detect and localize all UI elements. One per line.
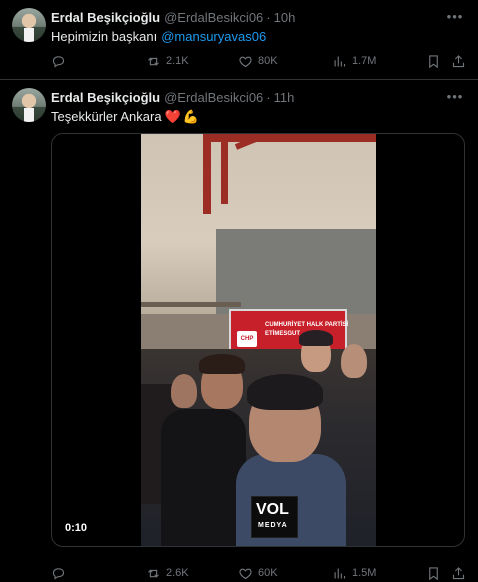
separator-dot: · <box>266 89 271 105</box>
tweet[interactable]: Erdal Beşikçioğlu @ErdalBesikci06 · 10h … <box>0 0 478 80</box>
heart-icon <box>239 568 252 579</box>
like-button[interactable]: 80K <box>238 52 278 70</box>
author-handle[interactable]: @ErdalBesikci06 <box>164 90 263 105</box>
tweet-text: Hepimizin başkanı @mansuryavas06 <box>51 29 266 44</box>
like-count: 60K <box>258 567 278 579</box>
crowd-figure <box>199 354 245 374</box>
views-bar-chart-icon <box>334 568 346 578</box>
retweet-count: 2.1K <box>166 55 189 67</box>
more-horizontal-icon[interactable]: ••• <box>446 89 464 105</box>
roof-beam <box>203 134 376 142</box>
author-handle[interactable]: @ErdalBesikci06 <box>164 10 263 25</box>
tweet-body: Hepimizin başkanı <box>51 29 158 44</box>
separator-dot: · <box>266 9 271 25</box>
reply-button[interactable] <box>51 564 66 582</box>
video-frame[interactable]: CHP CUMHURİYET HALK PARTİSİ ETİMESGUT VO… <box>141 134 376 546</box>
bookmark-button[interactable] <box>426 52 441 70</box>
avatar[interactable] <box>12 8 46 42</box>
view-count: 1.7M <box>352 55 377 67</box>
tweet-body: Teşekkürler Ankara <box>51 109 162 124</box>
roof-beam <box>221 134 228 204</box>
bookmark-button[interactable] <box>426 564 441 582</box>
retweet-icon <box>148 569 159 577</box>
tweet-actions: 2.1K 80K 1.7M <box>51 52 467 70</box>
author-name[interactable]: Erdal Beşikçioğlu <box>51 10 160 25</box>
like-button[interactable]: 60K <box>238 564 278 582</box>
reply-icon <box>52 55 65 68</box>
views-button[interactable]: 1.5M <box>332 564 376 582</box>
views-button[interactable]: 1.7M <box>332 52 376 70</box>
author-name[interactable]: Erdal Beşikçioğlu <box>51 90 160 105</box>
reply-icon <box>52 567 65 580</box>
share-icon <box>452 566 465 579</box>
share-button[interactable] <box>451 564 466 582</box>
timestamp[interactable]: 11h <box>274 90 295 105</box>
crowd-figure <box>299 330 333 346</box>
bookmark-icon <box>429 566 438 580</box>
roof-beam <box>203 134 211 214</box>
mention-link[interactable]: @mansuryavas06 <box>161 29 266 44</box>
party-logo: CHP <box>237 331 257 347</box>
watermark-line-1: VOL <box>256 501 289 518</box>
video-player[interactable]: CHP CUMHURİYET HALK PARTİSİ ETİMESGUT VO… <box>51 133 465 547</box>
retweet-button[interactable]: 2.6K <box>146 564 189 582</box>
crowd-figure <box>161 409 246 546</box>
media-watermark: VOL MEDYA <box>251 496 298 538</box>
bookmark-icon <box>429 54 438 68</box>
crowd-figure <box>171 374 197 408</box>
crowd-figure <box>247 374 323 410</box>
retweet-count: 2.6K <box>166 567 189 579</box>
like-count: 80K <box>258 55 278 67</box>
view-count: 1.5M <box>352 567 377 579</box>
tweet-actions: 2.6K 60K 1.5M <box>51 564 467 582</box>
timestamp[interactable]: 10h <box>274 10 296 25</box>
tweet-text: Teşekkürler Ankara ❤️ 💪 <box>51 109 199 125</box>
railing <box>141 302 241 307</box>
more-horizontal-icon[interactable]: ••• <box>446 9 464 25</box>
share-icon <box>452 54 465 67</box>
tweet[interactable]: Erdal Beşikçioğlu @ErdalBesikci06 · 11h … <box>0 80 478 582</box>
avatar[interactable] <box>12 88 46 122</box>
sign-line-1: CUMHURİYET HALK PARTİSİ <box>265 322 349 328</box>
tweet-header: Erdal Beşikçioğlu @ErdalBesikci06 · 11h <box>51 89 294 105</box>
heart-icon <box>239 56 252 67</box>
share-button[interactable] <box>451 52 466 70</box>
retweet-icon <box>148 57 159 65</box>
crowd-figure <box>341 344 367 378</box>
video-duration: 0:10 <box>62 521 91 535</box>
reply-button[interactable] <box>51 52 66 70</box>
heart-emoji: ❤️ <box>164 109 181 124</box>
flexed-biceps-emoji: 💪 <box>182 109 199 124</box>
retweet-button[interactable]: 2.1K <box>146 52 189 70</box>
views-bar-chart-icon <box>334 56 346 66</box>
watermark-line-2: MEDYA <box>258 522 288 529</box>
tweet-header: Erdal Beşikçioğlu @ErdalBesikci06 · 10h <box>51 9 295 25</box>
